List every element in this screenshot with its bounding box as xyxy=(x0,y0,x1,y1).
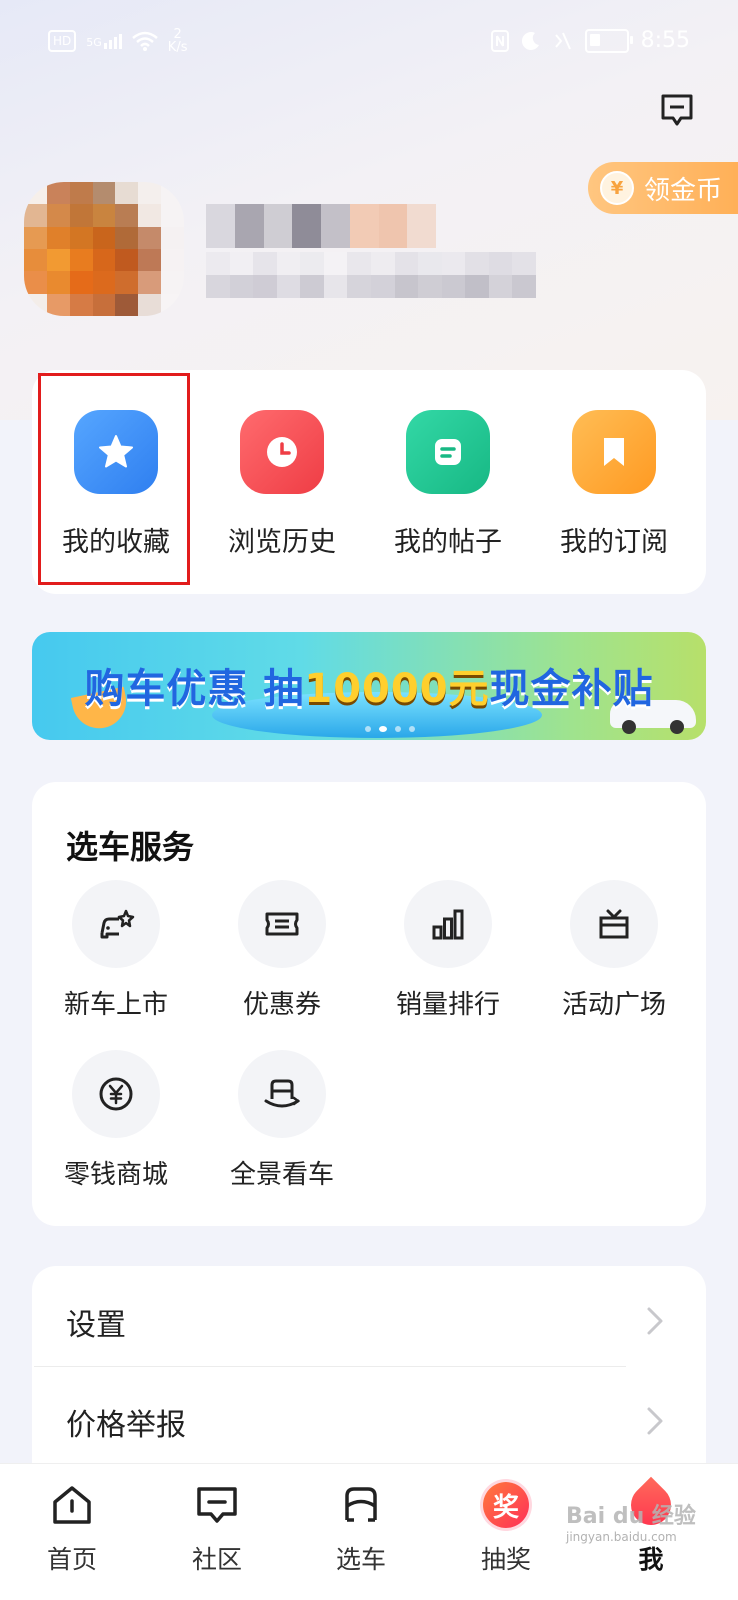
tab-lottery-label: 抽奖 xyxy=(480,1545,531,1574)
coupon-icon xyxy=(238,880,326,968)
car-select-icon xyxy=(311,1478,411,1532)
tab-lottery[interactable]: 奖 抽奖 xyxy=(456,1478,556,1588)
browse-history-button[interactable]: 浏览历史 xyxy=(198,370,366,594)
home-icon xyxy=(22,1478,122,1532)
network-type-label: 5G xyxy=(86,35,102,49)
settings-divider xyxy=(34,1366,626,1367)
banner-text-highlight: 10000元 xyxy=(304,666,490,712)
tab-me-label: 我 xyxy=(638,1545,664,1574)
message-icon[interactable] xyxy=(657,90,697,130)
price-report-row[interactable]: 价格举报 xyxy=(32,1370,706,1470)
banner-text-part1: 购车优惠 抽 xyxy=(84,666,305,712)
community-icon xyxy=(167,1478,267,1532)
bookmark-icon xyxy=(572,410,656,494)
tab-car-select[interactable]: 选车 xyxy=(311,1478,411,1588)
watermark-brand: Bai du 经验 xyxy=(566,1504,696,1529)
watermark-url: jingyan.baidu.com xyxy=(566,1530,677,1544)
user-id-blurred xyxy=(206,252,536,298)
hd-indicator: HD xyxy=(48,30,77,52)
avatar[interactable] xyxy=(24,182,184,316)
banner-text: 购车优惠 抽10000元现金补贴 xyxy=(32,656,706,714)
battery-icon xyxy=(584,28,633,53)
banner-dot xyxy=(409,726,415,732)
lottery-icon: 奖 xyxy=(456,1478,556,1532)
status-time: 8:55 xyxy=(640,28,690,53)
status-bar: HD 5G 2 K/s 8:55 xyxy=(0,0,738,86)
my-posts-label: 我的帖子 xyxy=(394,527,502,558)
tab-home[interactable]: 首页 xyxy=(22,1478,122,1588)
new-cars-label: 新车上市 xyxy=(63,990,168,1020)
events-plaza-button[interactable]: 活动广场 xyxy=(530,880,698,1030)
settings-row[interactable]: 设置 xyxy=(32,1270,706,1370)
earn-coins-label: 领金币 xyxy=(644,175,723,206)
gift-box-icon xyxy=(570,880,658,968)
nfc-icon xyxy=(490,29,509,52)
lottery-badge: 奖 xyxy=(483,1482,529,1528)
tab-community[interactable]: 社区 xyxy=(167,1478,267,1588)
yuan-coin-icon xyxy=(72,1050,160,1138)
tab-car-select-label: 选车 xyxy=(335,1545,386,1574)
coupons-button[interactable]: 优惠券 xyxy=(198,880,366,1030)
post-icon xyxy=(406,410,490,494)
wifi-icon xyxy=(131,31,158,51)
car-services-card: 选车服务 新车上市 优惠券 销量排行 活动广场 零钱商城 全景看车 xyxy=(32,782,706,1226)
coupons-label: 优惠券 xyxy=(242,990,321,1020)
car-services-title: 选车服务 xyxy=(66,828,195,866)
clock-icon xyxy=(240,410,324,494)
panorama-car-icon xyxy=(238,1050,326,1138)
change-mall-label: 零钱商城 xyxy=(63,1160,168,1190)
banner-text-part2: 现金补贴 xyxy=(489,666,654,712)
settings-label: 设置 xyxy=(66,1308,126,1343)
change-mall-button[interactable]: 零钱商城 xyxy=(32,1050,200,1200)
username-blurred xyxy=(206,204,436,248)
panorama-view-button[interactable]: 全景看车 xyxy=(198,1050,366,1200)
earn-coins-button[interactable]: ¥ 领金币 xyxy=(588,162,738,214)
sales-ranking-button[interactable]: 销量排行 xyxy=(364,880,532,1030)
ranking-icon xyxy=(404,880,492,968)
tab-community-label: 社区 xyxy=(191,1545,242,1574)
my-posts-button[interactable]: 我的帖子 xyxy=(364,370,532,594)
chevron-right-icon xyxy=(647,1307,663,1335)
events-plaza-label: 活动广场 xyxy=(561,990,666,1020)
sales-ranking-label: 销量排行 xyxy=(395,990,500,1020)
browse-history-label: 浏览历史 xyxy=(228,527,336,558)
new-cars-button[interactable]: 新车上市 xyxy=(32,880,200,1030)
banner-dot xyxy=(395,726,401,732)
tab-home-label: 首页 xyxy=(46,1545,97,1574)
network-speed: 2 K/s xyxy=(168,28,188,54)
my-subscriptions-label: 我的订阅 xyxy=(560,527,668,558)
panorama-view-label: 全景看车 xyxy=(229,1160,334,1190)
banner-dot xyxy=(365,726,371,732)
price-report-label: 价格举报 xyxy=(66,1408,186,1443)
banner-dot-active xyxy=(379,726,387,732)
vibrate-icon xyxy=(554,32,571,49)
do-not-disturb-icon xyxy=(521,31,539,50)
chevron-right-icon xyxy=(647,1407,663,1435)
network-speed-unit: K/s xyxy=(167,40,188,55)
new-car-icon xyxy=(72,880,160,968)
baidu-watermark: Bai du 经验 jingyan.baidu.com xyxy=(566,1498,696,1544)
banner-pagination xyxy=(365,726,415,732)
promo-banner[interactable]: 购车优惠 抽10000元现金补贴 xyxy=(32,632,706,740)
coin-icon: ¥ xyxy=(600,171,634,205)
signal-icon: 5G xyxy=(86,33,122,49)
my-subscriptions-button[interactable]: 我的订阅 xyxy=(530,370,698,594)
annotation-highlight-box xyxy=(38,373,190,585)
